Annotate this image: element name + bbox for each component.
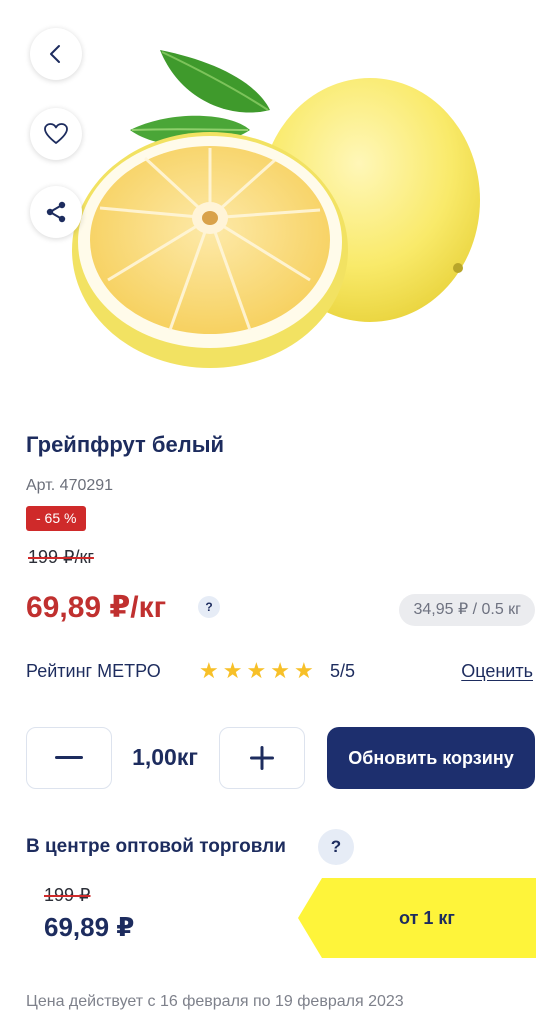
- price-validity-note: Цена действует с 16 февраля по 19 феврал…: [26, 993, 404, 1010]
- star-icon: ★: [222, 658, 243, 683]
- product-title: Грейпфрут белый: [26, 432, 225, 457]
- star-icon: ★: [199, 658, 219, 683]
- rating-stars: ★ ★ ★ ★ ★: [199, 660, 314, 682]
- favorite-button[interactable]: [30, 108, 82, 160]
- current-price: 69,89 ₽/кг: [26, 591, 167, 624]
- wholesale-title: В центре оптовой торговли: [26, 836, 286, 857]
- rating-label: Рейтинг МЕТРО: [26, 661, 161, 681]
- increase-quantity-button[interactable]: [219, 727, 305, 789]
- quantity-value: 1,00кг: [132, 744, 198, 770]
- decrease-quantity-button[interactable]: [26, 727, 112, 789]
- unit-price-badge: 34,95 ₽ / 0.5 кг: [399, 594, 535, 626]
- rate-link[interactable]: Оценить: [461, 661, 533, 682]
- product-image: [72, 50, 480, 368]
- update-cart-button[interactable]: Обновить корзину: [327, 727, 535, 789]
- chevron-left-icon: [50, 45, 60, 63]
- wholesale-old-price: 199 ₽: [44, 885, 91, 905]
- star-icon: ★: [246, 658, 267, 683]
- share-button[interactable]: [30, 186, 82, 238]
- product-image-area: [0, 0, 559, 400]
- discount-badge: - 65 %: [26, 506, 87, 531]
- old-price: 199 ₽/кг: [28, 547, 94, 567]
- minus-icon: [55, 756, 83, 759]
- price-help-icon[interactable]: ?: [198, 596, 220, 618]
- quantity-tier-label: от 1 кг: [399, 907, 455, 928]
- rating-value: 5/5: [330, 661, 356, 681]
- share-icon: [46, 201, 66, 223]
- wholesale-help-icon[interactable]: ?: [318, 829, 354, 865]
- star-icon: ★: [293, 658, 314, 683]
- heart-icon: [44, 123, 68, 144]
- star-icon: ★: [270, 658, 290, 683]
- back-button[interactable]: [30, 28, 82, 80]
- plus-icon: [250, 746, 274, 770]
- wholesale-price: 69,89 ₽: [44, 912, 135, 942]
- article-number: Арт. 470291: [26, 477, 114, 494]
